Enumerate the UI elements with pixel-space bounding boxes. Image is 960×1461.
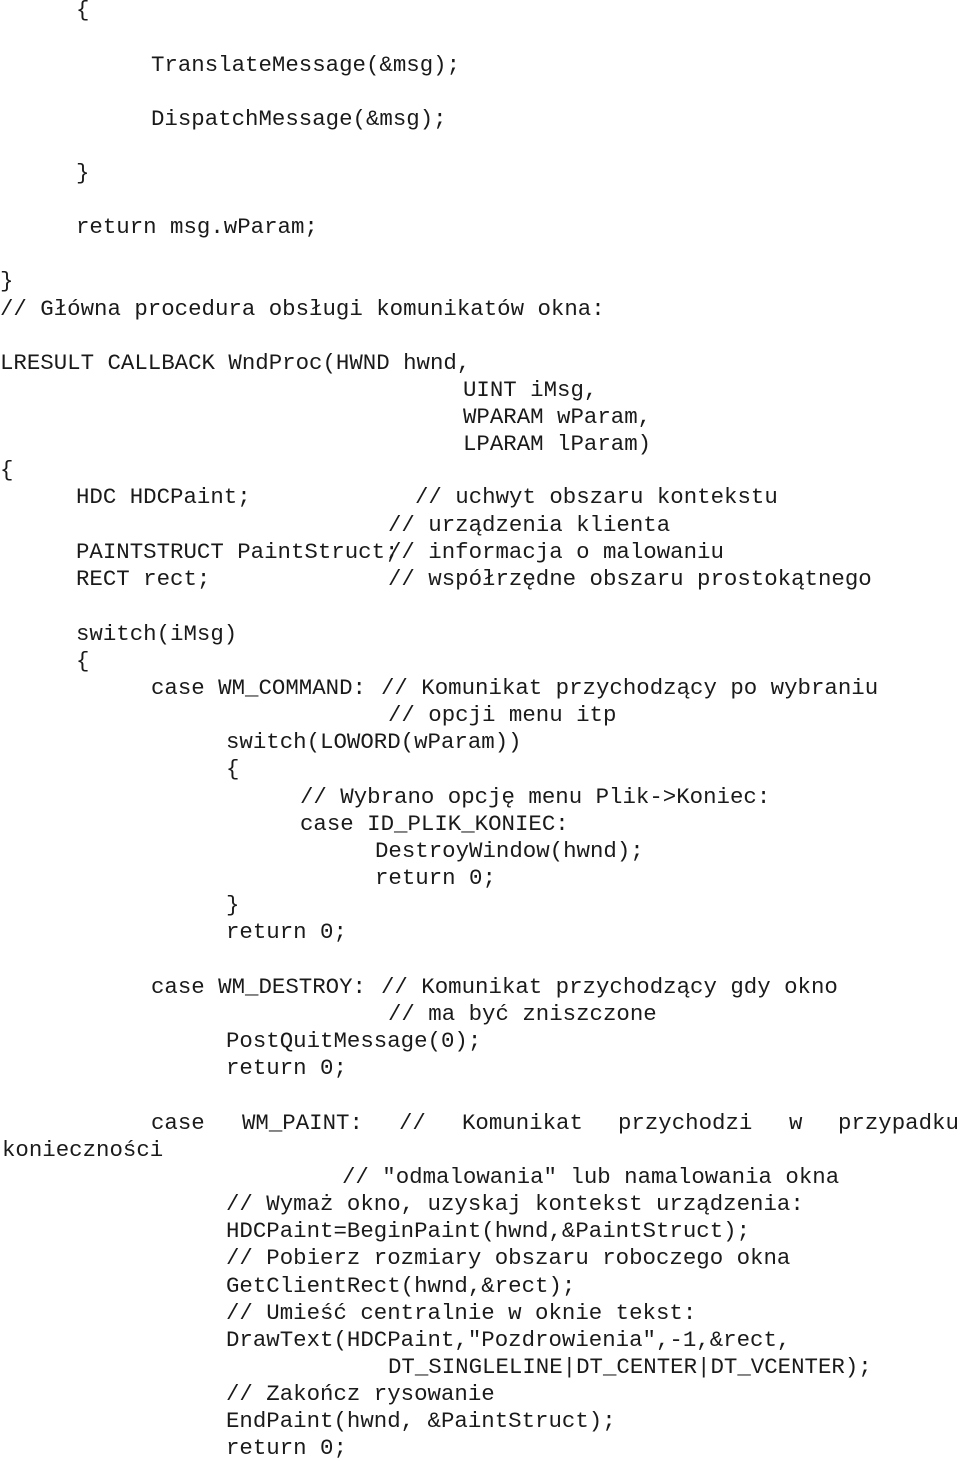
code-comment: // [399, 1110, 426, 1136]
code-comment: przychodzi [618, 1110, 753, 1136]
code-line: switch(iMsg) [76, 621, 238, 647]
code-comment: // informacja o malowaniu [388, 539, 724, 565]
close-brace: } [76, 160, 90, 186]
function-parameter: UINT iMsg, [463, 377, 598, 403]
code-comment: // ma być zniszczone [388, 1001, 657, 1027]
code-comment: w [789, 1110, 803, 1136]
code-line: HDCPaint=BeginPaint(hwnd,&PaintStruct); [226, 1218, 751, 1244]
code-comment: // Umieść centralnie w oknie tekst: [226, 1300, 697, 1326]
code-comment: przypadku [838, 1110, 959, 1136]
code-comment: // uchwyt obszaru kontekstu [415, 484, 778, 510]
open-brace: { [76, 0, 90, 23]
code-line: return 0; [375, 865, 496, 891]
code-line: PostQuitMessage(0); [226, 1028, 482, 1054]
close-brace: } [0, 268, 14, 294]
code-line: return 0; [226, 1435, 347, 1461]
code-comment: // opcji menu itp [388, 702, 617, 728]
code-line: EndPaint(hwnd, &PaintStruct); [226, 1408, 616, 1434]
code-line: case ID_PLIK_KONIEC: [300, 811, 569, 837]
code-line: RECT rect; [76, 566, 211, 592]
open-brace: { [0, 457, 14, 483]
code-listing: { TranslateMessage(&msg); DispatchMessag… [0, 0, 960, 1461]
code-word: WM_PAINT: [242, 1110, 363, 1136]
code-line: DispatchMessage(&msg); [151, 106, 447, 132]
function-parameter: LPARAM lParam) [463, 431, 652, 457]
code-line: DT_SINGLELINE|DT_CENTER|DT_VCENTER); [388, 1354, 872, 1380]
code-line: HDC HDCPaint; [76, 484, 251, 510]
code-word: case [151, 1110, 205, 1136]
code-line: PAINTSTRUCT PaintStruct; [76, 539, 399, 565]
code-line: case WM_COMMAND: [151, 675, 366, 701]
code-line: DrawText(HDCPaint,"Pozdrowienia",-1,&rec… [226, 1327, 791, 1353]
code-comment: // Zakończ rysowanie [226, 1381, 495, 1407]
code-comment: // urządzenia klienta [388, 512, 671, 538]
code-comment: // "odmalowania" lub namalowania okna [342, 1164, 840, 1190]
code-comment: // Wymaż okno, uzyskaj kontekst urządzen… [226, 1191, 804, 1217]
code-line: DestroyWindow(hwnd); [375, 838, 644, 864]
code-line: return 0; [226, 1055, 347, 1081]
open-brace: { [226, 756, 240, 782]
code-line: GetClientRect(hwnd,&rect); [226, 1273, 576, 1299]
code-line: return msg.wParam; [76, 214, 318, 240]
code-line: switch(LOWORD(wParam)) [226, 729, 522, 755]
close-brace: } [226, 892, 240, 918]
code-comment: // Komunikat przychodzący gdy okno [381, 974, 838, 1000]
code-line: case WM_DESTROY: [151, 974, 366, 1000]
code-line: return 0; [226, 919, 347, 945]
function-signature: LRESULT CALLBACK WndProc(HWND hwnd, [0, 350, 471, 376]
code-line: TranslateMessage(&msg); [151, 52, 461, 78]
code-comment: konieczności [2, 1137, 164, 1163]
open-brace: { [76, 648, 90, 674]
code-comment: // Komunikat przychodzący po wybraniu [381, 675, 879, 701]
code-comment: // Pobierz rozmiary obszaru roboczego ok… [226, 1245, 791, 1271]
code-comment: Komunikat [462, 1110, 583, 1136]
function-parameter: WPARAM wParam, [463, 404, 652, 430]
code-comment: // Wybrano opcję menu Plik->Koniec: [300, 784, 771, 810]
code-comment: // Główna procedura obsługi komunikatów … [0, 296, 605, 322]
code-comment: // współrzędne obszaru prostokątnego [388, 566, 872, 592]
